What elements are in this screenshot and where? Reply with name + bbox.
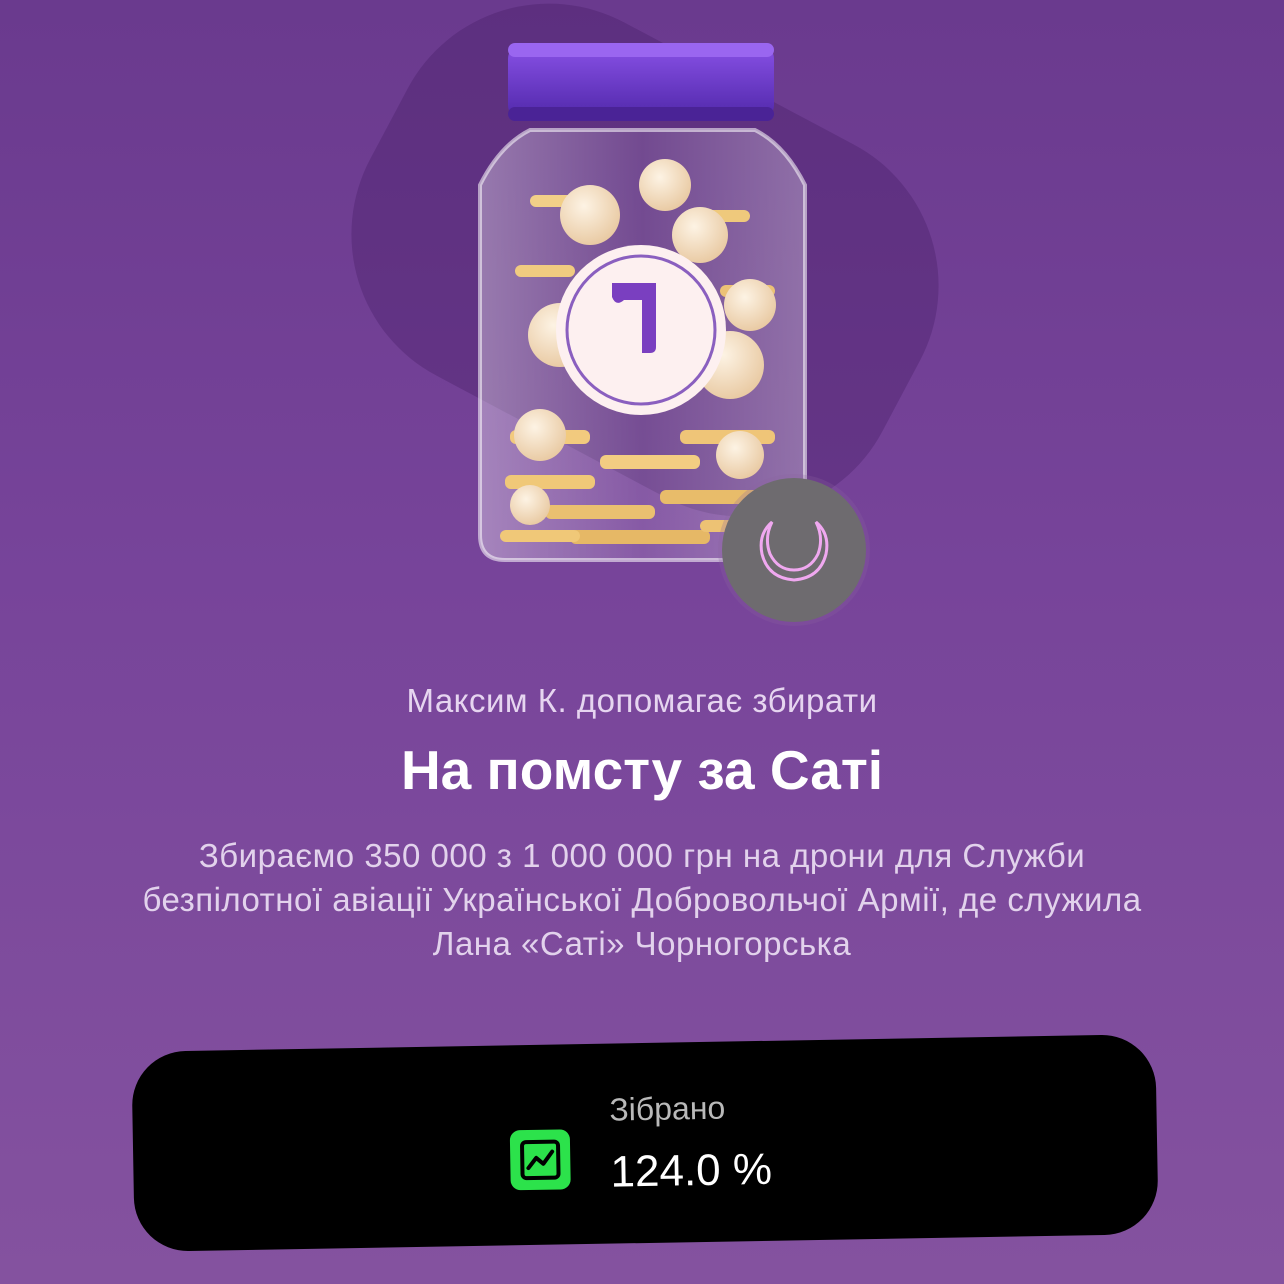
stats-value: 124.0 % — [610, 1144, 773, 1197]
moon-badge — [722, 478, 866, 622]
stats-card[interactable]: Зібрано 124.0 % — [131, 1034, 1159, 1252]
chart-trend-icon — [509, 1129, 571, 1191]
fundraiser-title: На помсту за Саті — [400, 739, 884, 801]
moon-icon — [759, 520, 829, 582]
fundraiser-description: Збираємо 350 000 з 1 000 000 грн на дрон… — [142, 837, 1142, 962]
stats-label: Зібрано — [609, 1089, 726, 1128]
helper-subtitle: Максим К. допомагає збирати — [406, 682, 878, 719]
